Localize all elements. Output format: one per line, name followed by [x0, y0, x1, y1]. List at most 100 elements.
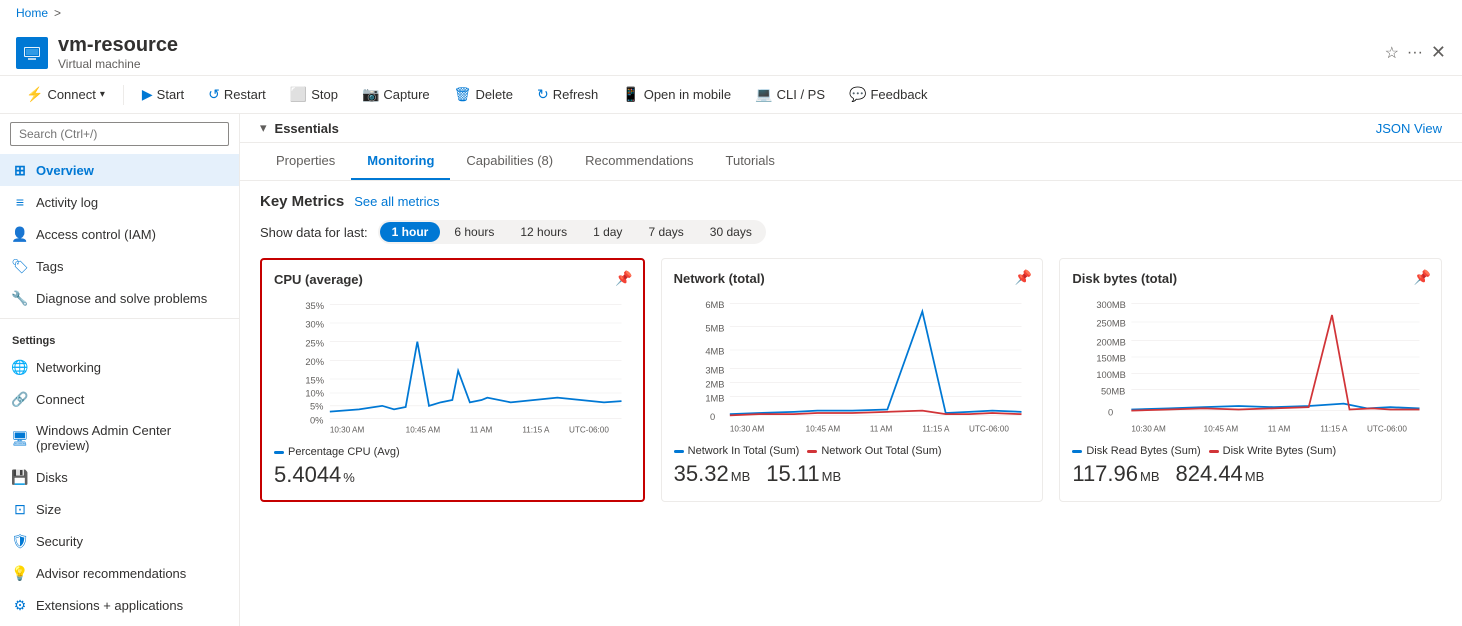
- svg-text:3MB: 3MB: [705, 365, 724, 375]
- vm-icon: [16, 37, 48, 69]
- connect-button[interactable]: ⚡ Connect ▾: [16, 82, 115, 107]
- network-in-legend: Network In Total (Sum): [674, 445, 800, 457]
- essentials-bar[interactable]: ▾ Essentials JSON View: [240, 114, 1462, 143]
- delete-button[interactable]: 🗑 Delete: [444, 82, 523, 107]
- cpu-legend-label: Percentage CPU (Avg): [288, 446, 400, 458]
- cpu-chart-title: CPU (average): [274, 272, 631, 287]
- time-12h[interactable]: 12 hours: [508, 222, 579, 242]
- sidebar-item-diagnose[interactable]: 🔧 Diagnose and solve problems: [0, 282, 239, 314]
- refresh-icon: ↻: [537, 86, 549, 103]
- sidebar-item-overview[interactable]: ⊞ Overview: [0, 154, 239, 186]
- sidebar-divider-1: [0, 318, 239, 319]
- sidebar-item-networking[interactable]: 🌐 Networking: [0, 351, 239, 383]
- toolbar: ⚡ Connect ▾ ▶ Start ↺ Restart ⬜ Stop 📷 C…: [0, 76, 1462, 114]
- disk-read-unit: MB: [1140, 469, 1160, 484]
- search-input[interactable]: [10, 122, 229, 146]
- sidebar-item-iam[interactable]: 👤 Access control (IAM): [0, 218, 239, 250]
- cpu-pin-icon[interactable]: 📌: [615, 270, 632, 287]
- more-button[interactable]: ···: [1407, 42, 1423, 63]
- close-button[interactable]: ✕: [1431, 42, 1446, 63]
- time-7d[interactable]: 7 days: [636, 222, 695, 242]
- network-out-value: 15.11: [766, 461, 819, 487]
- svg-text:UTC-06:00: UTC-06:00: [969, 425, 1009, 434]
- network-in-label: Network In Total (Sum): [688, 445, 800, 457]
- network-chart-card[interactable]: Network (total) 📌 6MB 5MB 4MB 3MB 2MB 1M…: [661, 258, 1044, 502]
- time-1h[interactable]: 1 hour: [380, 222, 441, 242]
- sidebar-activity-label: Activity log: [36, 195, 98, 210]
- time-6h[interactable]: 6 hours: [442, 222, 506, 242]
- svg-text:25%: 25%: [305, 338, 324, 348]
- breadcrumb-home[interactable]: Home: [16, 6, 48, 20]
- svg-text:150MB: 150MB: [1097, 354, 1127, 364]
- svg-text:10:45 AM: 10:45 AM: [805, 425, 840, 434]
- svg-text:10:30 AM: 10:30 AM: [1132, 425, 1167, 434]
- svg-text:15%: 15%: [305, 376, 324, 386]
- tab-tutorials[interactable]: Tutorials: [710, 143, 791, 180]
- svg-text:300MB: 300MB: [1097, 300, 1127, 310]
- favorite-button[interactable]: ☆: [1385, 42, 1399, 63]
- restart-button[interactable]: ↺ Restart: [198, 82, 276, 107]
- svg-text:11:15 A: 11:15 A: [1321, 425, 1349, 434]
- svg-text:30%: 30%: [305, 320, 324, 330]
- sidebar-connect-label: Connect: [36, 392, 84, 407]
- disk-chart-card[interactable]: Disk bytes (total) 📌 300MB 250MB 200MB 1…: [1059, 258, 1442, 502]
- disk-chart-title: Disk bytes (total): [1072, 271, 1429, 286]
- sidebar-item-activity-log[interactable]: ≡ Activity log: [0, 186, 239, 218]
- metrics-section: Key Metrics See all metrics Show data fo…: [240, 181, 1462, 514]
- svg-text:0: 0: [1108, 407, 1113, 417]
- cpu-legend: Percentage CPU (Avg): [274, 446, 631, 458]
- svg-text:11 AM: 11 AM: [870, 425, 893, 434]
- sidebar-item-advisor[interactable]: 💡 Advisor recommendations: [0, 557, 239, 589]
- sidebar-extensions-label: Extensions + applications: [36, 598, 183, 613]
- time-30d[interactable]: 30 days: [698, 222, 764, 242]
- sidebar-item-connect[interactable]: 🔗 Connect: [0, 383, 239, 415]
- sidebar-iam-label: Access control (IAM): [36, 227, 156, 242]
- sidebar-item-extensions[interactable]: ⚙ Extensions + applications: [0, 589, 239, 621]
- sidebar-item-tags[interactable]: 🏷 Tags: [0, 250, 239, 282]
- sidebar-item-disks[interactable]: 💾 Disks: [0, 461, 239, 493]
- disks-icon: 💾: [12, 469, 28, 485]
- metrics-title: Key Metrics: [260, 193, 344, 210]
- mobile-label: Open in mobile: [644, 87, 731, 102]
- cpu-chart-card[interactable]: CPU (average) 📌 35% 30% 25% 20% 15% 10% …: [260, 258, 645, 502]
- metrics-header: Key Metrics See all metrics: [260, 193, 1442, 210]
- feedback-button[interactable]: 💬 Feedback: [839, 82, 938, 107]
- diagnose-icon: 🔧: [12, 290, 28, 306]
- svg-text:6MB: 6MB: [705, 300, 724, 310]
- network-in-dot: [674, 450, 684, 453]
- network-pin-icon[interactable]: 📌: [1015, 269, 1032, 286]
- see-all-metrics-link[interactable]: See all metrics: [354, 194, 439, 209]
- disk-read-value: 117.96: [1072, 461, 1138, 487]
- sidebar-item-windows-admin[interactable]: 🖥 Windows Admin Center (preview): [0, 415, 239, 461]
- connect-icon: ⚡: [26, 86, 43, 103]
- tab-recommendations[interactable]: Recommendations: [569, 143, 709, 180]
- sidebar-item-size[interactable]: ⊡ Size: [0, 493, 239, 525]
- cpu-chart-svg: 35% 30% 25% 20% 15% 10% 5% 0%: [274, 295, 631, 435]
- start-button[interactable]: ▶ Start: [132, 82, 194, 107]
- windows-admin-icon: 🖥: [12, 430, 28, 446]
- stop-button[interactable]: ⬜ Stop: [280, 82, 348, 107]
- json-view-link[interactable]: JSON View: [1376, 121, 1442, 136]
- time-1d[interactable]: 1 day: [581, 222, 634, 242]
- network-chart-title: Network (total): [674, 271, 1031, 286]
- mobile-button[interactable]: 📱 Open in mobile: [612, 82, 741, 107]
- feedback-icon: 💬: [849, 86, 866, 103]
- content-area: ▾ Essentials JSON View Properties Monito…: [240, 114, 1462, 626]
- disk-pin-icon[interactable]: 📌: [1414, 269, 1431, 286]
- tab-properties[interactable]: Properties: [260, 143, 351, 180]
- cli-button[interactable]: 💻 CLI / PS: [745, 82, 835, 107]
- disk-write-unit: MB: [1245, 469, 1265, 484]
- sidebar-tags-label: Tags: [36, 259, 63, 274]
- sidebar-search-container: [0, 114, 239, 154]
- capture-button[interactable]: 📷 Capture: [352, 82, 440, 107]
- network-in-unit: MB: [731, 469, 751, 484]
- refresh-button[interactable]: ↻ Refresh: [527, 82, 608, 107]
- svg-text:10:45 AM: 10:45 AM: [1204, 425, 1239, 434]
- delete-icon: 🗑: [454, 86, 472, 103]
- restart-label: Restart: [224, 87, 266, 102]
- tab-capabilities[interactable]: Capabilities (8): [450, 143, 569, 180]
- tab-monitoring[interactable]: Monitoring: [351, 143, 450, 180]
- cpu-metric-unit: %: [343, 470, 355, 485]
- cpu-legend-item: Percentage CPU (Avg): [274, 446, 400, 458]
- sidebar-item-security[interactable]: 🛡 Security: [0, 525, 239, 557]
